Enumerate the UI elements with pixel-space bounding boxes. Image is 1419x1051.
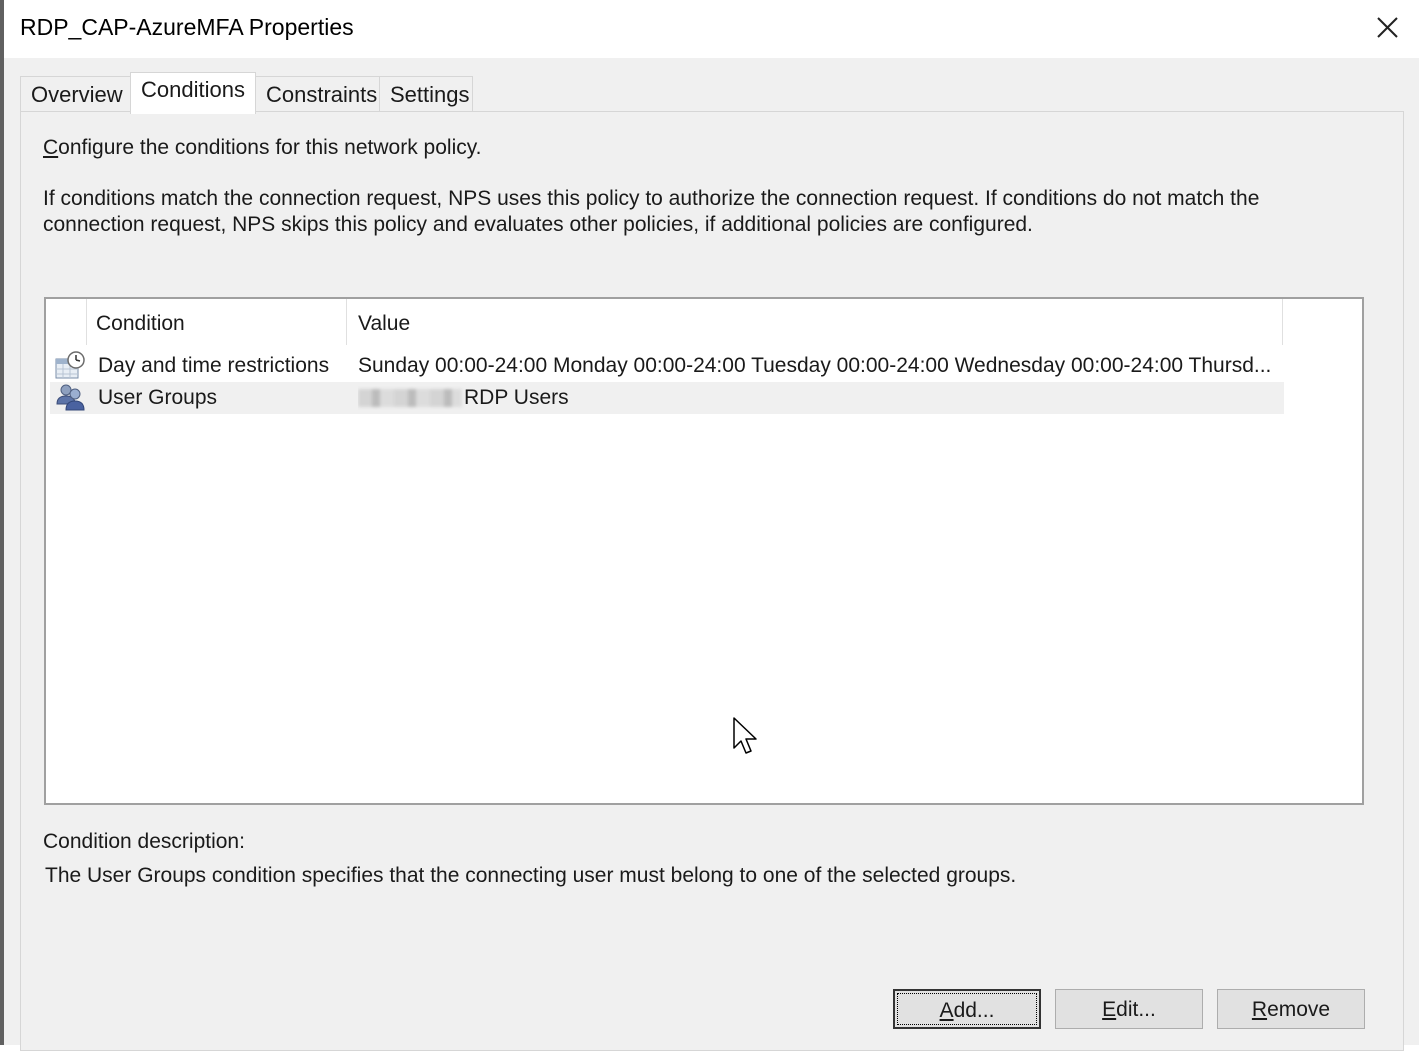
- list-header: Condition Value: [46, 299, 1284, 349]
- conditions-tab-panel: Configure the conditions for this networ…: [20, 111, 1404, 1051]
- remove-button-label: emove: [1267, 998, 1331, 1021]
- column-header-value[interactable]: Value: [348, 299, 1282, 349]
- table-row[interactable]: User Groups RDP Users: [50, 382, 1284, 414]
- tab-overview[interactable]: Overview: [20, 76, 131, 112]
- edit-button[interactable]: Edit...: [1055, 989, 1203, 1029]
- condition-description-text: The User Groups condition specifies that…: [45, 864, 1017, 887]
- edit-button-label: dit...: [1116, 998, 1156, 1021]
- calendar-clock-icon: [54, 350, 86, 382]
- intro-text-rest: onfigure the conditions for this network…: [58, 136, 482, 159]
- close-icon: [1377, 17, 1398, 38]
- value-cell: Sunday 00:00-24:00 Monday 00:00-24:00 Tu…: [358, 354, 1272, 377]
- add-button[interactable]: Add...: [893, 989, 1041, 1029]
- column-header-condition[interactable]: Condition: [86, 299, 346, 349]
- column-separator[interactable]: [1282, 299, 1283, 345]
- redacted-domain: [358, 389, 462, 408]
- value-cell-text: RDP Users: [464, 386, 569, 409]
- add-button-label: dd...: [953, 999, 995, 1022]
- conditions-list[interactable]: Condition Value Day and time restriction…: [44, 297, 1364, 805]
- column-separator[interactable]: [346, 299, 347, 345]
- tab-conditions[interactable]: Conditions: [130, 72, 256, 114]
- add-button-hotkey: A: [939, 999, 954, 1022]
- properties-dialog: RDP_CAP-AzureMFA Properties Overview Con…: [0, 0, 1419, 1051]
- tab-constraints[interactable]: Constraints: [255, 76, 380, 112]
- user-group-icon: [54, 382, 86, 414]
- explanation-text: If conditions match the connection reque…: [43, 187, 1260, 236]
- table-row[interactable]: Day and time restrictions Sunday 00:00-2…: [50, 350, 1284, 382]
- column-separator: [86, 299, 87, 345]
- window-title: RDP_CAP-AzureMFA Properties: [20, 14, 354, 40]
- edit-button-hotkey: E: [1102, 998, 1117, 1021]
- tab-settings[interactable]: Settings: [379, 76, 473, 112]
- condition-cell: User Groups: [98, 386, 218, 409]
- condition-cell: Day and time restrictions: [98, 354, 330, 377]
- intro-hotkey: C: [43, 136, 59, 159]
- value-cell: RDP Users: [358, 382, 1278, 414]
- condition-description-label: Condition description:: [43, 830, 245, 853]
- close-button[interactable]: [1369, 10, 1405, 46]
- intro-text: Configure the conditions for this networ…: [43, 136, 482, 160]
- remove-button-hotkey: R: [1251, 998, 1268, 1021]
- title-bar: RDP_CAP-AzureMFA Properties: [4, 0, 1419, 58]
- remove-button[interactable]: Remove: [1217, 989, 1365, 1029]
